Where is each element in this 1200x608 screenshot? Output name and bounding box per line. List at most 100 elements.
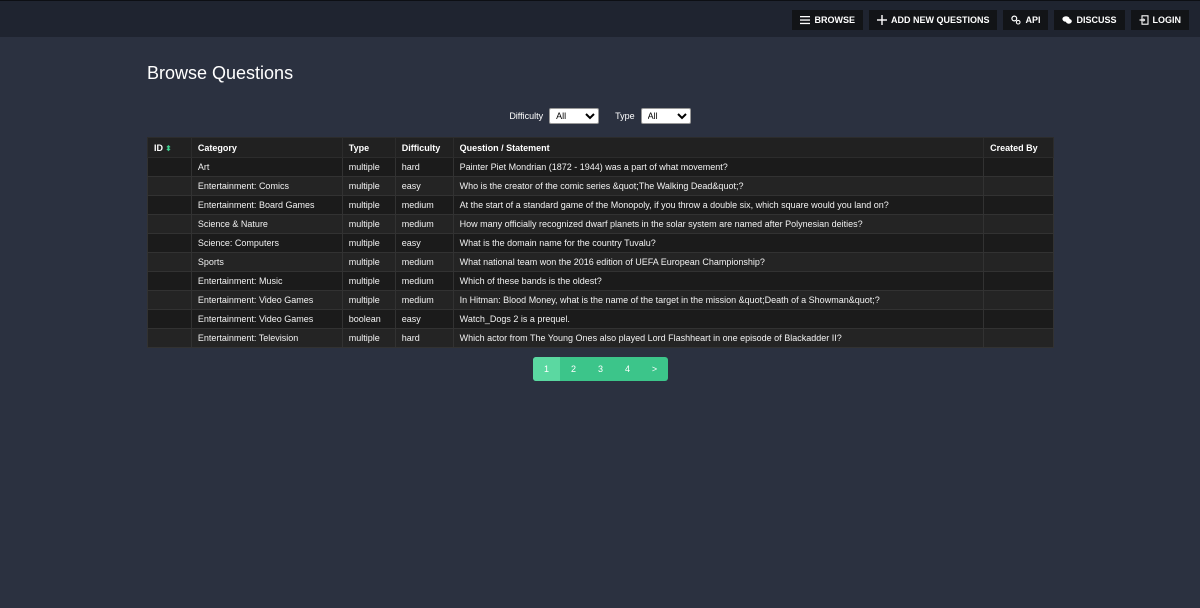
cell-question: At the start of a standard game of the M… <box>452 195 985 215</box>
cell-created-by <box>983 271 1054 291</box>
cell-created-by <box>983 252 1054 272</box>
cell-question: Watch_Dogs 2 is a prequel. <box>452 309 985 329</box>
table-row: Entertainment: Board Games multiple medium… <box>147 195 1054 215</box>
cell-id <box>147 157 192 177</box>
id-column-header[interactable]: ID ⬍ <box>147 137 192 158</box>
cell-category: Entertainment: Music <box>190 271 343 291</box>
filter-bar: Difficulty All Type All <box>0 108 1200 124</box>
cell-id <box>147 233 192 253</box>
table-row: Entertainment: Video Games multiple medium… <box>147 290 1054 310</box>
cell-id <box>147 328 192 348</box>
cell-created-by <box>983 157 1054 177</box>
cell-question: Which actor from The Young Ones also pla… <box>452 328 985 348</box>
next-page-button[interactable]: > <box>641 357 668 381</box>
discuss-label: DISCUSS <box>1076 15 1117 25</box>
cell-id <box>147 195 192 215</box>
chat-bubbles-icon <box>1062 16 1073 24</box>
difficulty-select[interactable]: All <box>549 108 600 124</box>
cell-type: multiple <box>341 195 396 215</box>
table-row: Science: Computers multiple easy What is th… <box>147 233 1054 253</box>
cell-question: Who is the creator of the comic series &… <box>452 176 985 196</box>
cell-id <box>147 271 192 291</box>
cell-difficulty: hard <box>394 157 454 177</box>
cell-category: Entertainment: Board Games <box>190 195 343 215</box>
cell-created-by <box>983 195 1054 215</box>
table-row: Science & Nature multiple medium How many o… <box>147 214 1054 234</box>
cell-created-by <box>983 176 1054 196</box>
cell-id <box>147 214 192 234</box>
cell-type: multiple <box>341 176 396 196</box>
cell-category: Entertainment: Comics <box>190 176 343 196</box>
cell-difficulty: medium <box>394 290 454 310</box>
sort-icon[interactable]: ⬍ <box>165 144 172 153</box>
cell-category: Science & Nature <box>190 214 343 234</box>
cell-created-by <box>983 214 1054 234</box>
table-header-row: ID ⬍ Category Type Difficulty Question / … <box>147 137 1054 158</box>
cell-question: What is the domain name for the country … <box>452 233 985 253</box>
cell-type: multiple <box>341 214 396 234</box>
cell-category: Entertainment: Video Games <box>190 309 343 329</box>
type-label: Type <box>615 111 635 121</box>
nav-buttons: BROWSE ADD NEW QUESTIONS API DISCUSS LOG… <box>792 10 1189 30</box>
discuss-button[interactable]: DISCUSS <box>1054 10 1125 30</box>
difficulty-column-header: Difficulty <box>394 137 454 158</box>
question-column-header: Question / Statement <box>452 137 985 158</box>
page-1-button[interactable]: 1 <box>533 357 560 381</box>
add-new-questions-button[interactable]: ADD NEW QUESTIONS <box>868 10 998 30</box>
cell-id <box>147 290 192 310</box>
page-title: Browse Questions <box>147 63 294 83</box>
cell-id <box>147 176 192 196</box>
page-4-button[interactable]: 4 <box>614 357 641 381</box>
table-row: Entertainment: Video Games boolean easy Wat… <box>147 309 1054 329</box>
table-row: Sports multiple medium What national team w… <box>147 252 1054 272</box>
table-row: Entertainment: Television multiple hard Whi… <box>147 328 1054 348</box>
type-select[interactable]: All <box>640 108 691 124</box>
cell-created-by <box>983 328 1054 348</box>
login-label: LOGIN <box>1152 15 1182 25</box>
plus-icon <box>876 15 887 25</box>
cell-type: multiple <box>341 252 396 272</box>
cell-difficulty: hard <box>394 328 454 348</box>
cell-type: multiple <box>341 290 396 310</box>
page-2-button[interactable]: 2 <box>560 357 587 381</box>
table-row: Art multiple hard Painter Piet Mondrian (18… <box>147 157 1054 177</box>
login-button[interactable]: LOGIN <box>1130 10 1189 30</box>
cell-category: Sports <box>190 252 343 272</box>
cell-difficulty: easy <box>394 309 454 329</box>
cell-question: Which of these bands is the oldest? <box>452 271 985 291</box>
cell-category: Entertainment: Television <box>190 328 343 348</box>
add-new-questions-label: ADD NEW QUESTIONS <box>890 15 990 25</box>
pagination: 1 2 3 4 > <box>533 357 668 381</box>
cell-question: What national team won the 2016 edition … <box>452 252 985 272</box>
cell-difficulty: easy <box>394 233 454 253</box>
cell-difficulty: easy <box>394 176 454 196</box>
table-row: Entertainment: Music multiple medium Which … <box>147 271 1054 291</box>
id-header-label: ID <box>154 142 163 153</box>
gears-icon <box>1011 15 1022 25</box>
cell-category: Entertainment: Video Games <box>190 290 343 310</box>
cell-question: Painter Piet Mondrian (1872 - 1944) was … <box>452 157 985 177</box>
cell-created-by <box>983 233 1054 253</box>
api-button[interactable]: API <box>1003 10 1049 30</box>
table-row: Entertainment: Comics multiple easy Who is … <box>147 176 1054 196</box>
cell-category: Science: Computers <box>190 233 343 253</box>
cell-type: boolean <box>341 309 396 329</box>
api-label: API <box>1025 15 1041 25</box>
page-3-button[interactable]: 3 <box>587 357 614 381</box>
cell-created-by <box>983 290 1054 310</box>
browse-label: BROWSE <box>814 15 855 25</box>
menu-icon <box>800 16 811 25</box>
type-column-header: Type <box>341 137 396 158</box>
questions-table: ID ⬍ Category Type Difficulty Question / … <box>147 137 1054 348</box>
cell-type: multiple <box>341 157 396 177</box>
cell-difficulty: medium <box>394 271 454 291</box>
cell-id <box>147 309 192 329</box>
browse-button[interactable]: BROWSE <box>792 10 863 30</box>
cell-difficulty: medium <box>394 252 454 272</box>
created-by-column-header: Created By <box>983 137 1054 158</box>
cell-question: In Hitman: Blood Money, what is the name… <box>452 290 985 310</box>
cell-difficulty: medium <box>394 195 454 215</box>
cell-difficulty: medium <box>394 214 454 234</box>
cell-type: multiple <box>341 271 396 291</box>
category-column-header: Category <box>190 137 343 158</box>
